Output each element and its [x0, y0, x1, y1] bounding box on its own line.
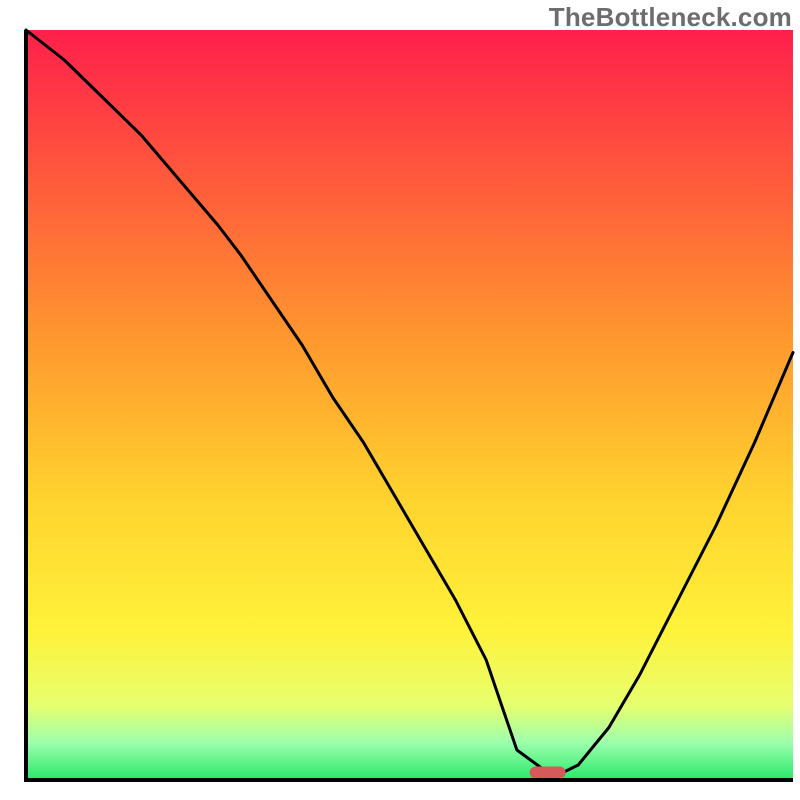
gradient-background — [26, 30, 793, 780]
optimum-marker — [530, 767, 566, 779]
bottleneck-chart — [0, 0, 800, 800]
chart-stage: TheBottleneck.com — [0, 0, 800, 800]
watermark-text: TheBottleneck.com — [549, 2, 792, 33]
